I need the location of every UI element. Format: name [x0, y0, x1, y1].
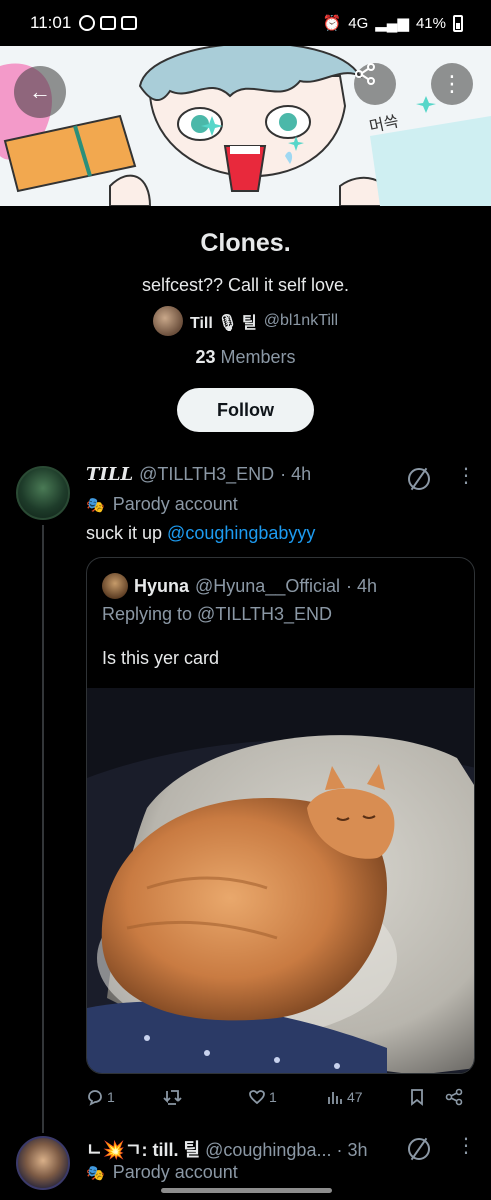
more-options-button[interactable]: ⋮: [431, 63, 473, 105]
mask-icon: 🎭: [86, 496, 105, 514]
post-more-icon[interactable]: ⋮: [456, 466, 476, 486]
post2-time: · 3h: [336, 1140, 368, 1160]
members-count[interactable]: 23 Members: [0, 347, 491, 368]
thread-line: [42, 525, 44, 1133]
parody-text: Parody account: [112, 494, 238, 514]
post-display-name[interactable]: TILL: [86, 464, 133, 485]
views-icon: [328, 1092, 342, 1104]
arrow-left-icon: ←: [29, 79, 51, 104]
community-owner[interactable]: Till 🎙 틸 @bl1nkTill: [0, 306, 491, 336]
post2-display-name[interactable]: ㄴ💥ㄱ: till. 틸: [86, 1136, 200, 1162]
quoted-post[interactable]: Hyuna @Hyuna__Official · 4h Replying to …: [86, 557, 475, 1074]
banner-illustration: 머쓱: [0, 46, 491, 206]
post-mention-link[interactable]: @coughingbabyyy: [167, 523, 315, 543]
share-button[interactable]: [354, 63, 396, 105]
reply-icon: [88, 1090, 102, 1106]
members-label: Members: [220, 347, 296, 367]
cat-photo: [87, 688, 474, 1073]
post-handle[interactable]: @TILLTH3_END: [139, 464, 274, 485]
post2-header: ㄴ💥ㄱ: till. 틸 @coughingba... · 3h: [86, 1136, 368, 1162]
signal-icon: ▂▄▆: [375, 15, 409, 32]
owner-avatar[interactable]: [152, 306, 183, 336]
avatar-post2[interactable]: [16, 1136, 70, 1190]
quote-text: Is this yer card: [102, 648, 220, 668]
post-header: TILL @TILLTH3_END · 4h: [86, 464, 311, 485]
threads-icon: [79, 15, 96, 31]
community-banner: 머쓱 ← ⋮: [0, 46, 491, 206]
avatar[interactable]: [16, 466, 70, 520]
quote-avatar: [102, 573, 128, 599]
post-time: · 4h: [280, 464, 312, 484]
reply-button[interactable]: 1: [86, 1088, 115, 1106]
quote-handle: @Hyuna__Official: [195, 575, 341, 596]
home-indicator[interactable]: [161, 1188, 332, 1193]
grok-icon-post2[interactable]: [408, 1138, 430, 1160]
follow-button[interactable]: Follow: [177, 388, 314, 432]
community-title: Clones.: [200, 229, 291, 257]
quote-name: Hyuna: [134, 575, 190, 596]
quote-time: · 4h: [346, 575, 378, 596]
post-text-body: suck it up: [86, 523, 168, 543]
gallery-icon: [121, 16, 138, 30]
post-actions: 1 1 47: [86, 1088, 476, 1110]
status-time: 11:01: [30, 13, 72, 32]
grok-icon[interactable]: [408, 468, 430, 490]
mask-icon-post2: 🎭: [86, 1164, 105, 1182]
heart-icon: [249, 1090, 265, 1105]
community-description: selfcest?? Call it self love.: [141, 275, 350, 295]
views-button[interactable]: 47: [326, 1088, 363, 1106]
owner-name[interactable]: Till 🎙 틸: [190, 309, 257, 333]
battery-icon: [453, 14, 463, 32]
alarm-icon: ⏰: [322, 15, 342, 32]
repost-button[interactable]: [162, 1088, 187, 1106]
youtube-icon: [100, 16, 117, 30]
more-vertical-icon: ⋮: [441, 71, 463, 96]
back-button[interactable]: ←: [14, 66, 66, 118]
quote-photo-cat[interactable]: [87, 688, 474, 1073]
post2-parody-text: Parody account: [112, 1162, 238, 1182]
post2-handle[interactable]: @coughingba...: [205, 1140, 331, 1161]
members-number: 23: [195, 347, 216, 367]
share-post-icon: [445, 1088, 463, 1106]
post2-more-icon[interactable]: ⋮: [456, 1136, 476, 1156]
share-icon: [355, 63, 375, 85]
like-button[interactable]: 1: [248, 1088, 277, 1106]
reply-count: 1: [107, 1089, 115, 1105]
parody-label: 🎭 Parody account: [86, 494, 238, 515]
post-text: suck it up @coughingbabyyy: [86, 523, 315, 544]
status-bar: 11:01 ⏰ 4G ▂▄▆ 41%: [0, 0, 491, 46]
views-count: 47: [347, 1089, 363, 1105]
owner-handle[interactable]: @bl1nkTill: [264, 312, 338, 330]
network-label: 4G: [348, 14, 369, 32]
bookmark-button[interactable]: [408, 1088, 426, 1106]
repost-icon: [163, 1090, 182, 1105]
share-post-button[interactable]: [444, 1088, 464, 1106]
quote-header: Hyuna @Hyuna__Official · 4h: [102, 573, 377, 599]
battery-label: 41%: [415, 14, 446, 32]
like-count: 1: [269, 1089, 277, 1105]
bookmark-icon: [411, 1089, 423, 1106]
quote-replying-to: Replying to @TILLTH3_END: [102, 604, 333, 624]
post2-parody-label: 🎭 Parody account: [86, 1162, 238, 1183]
